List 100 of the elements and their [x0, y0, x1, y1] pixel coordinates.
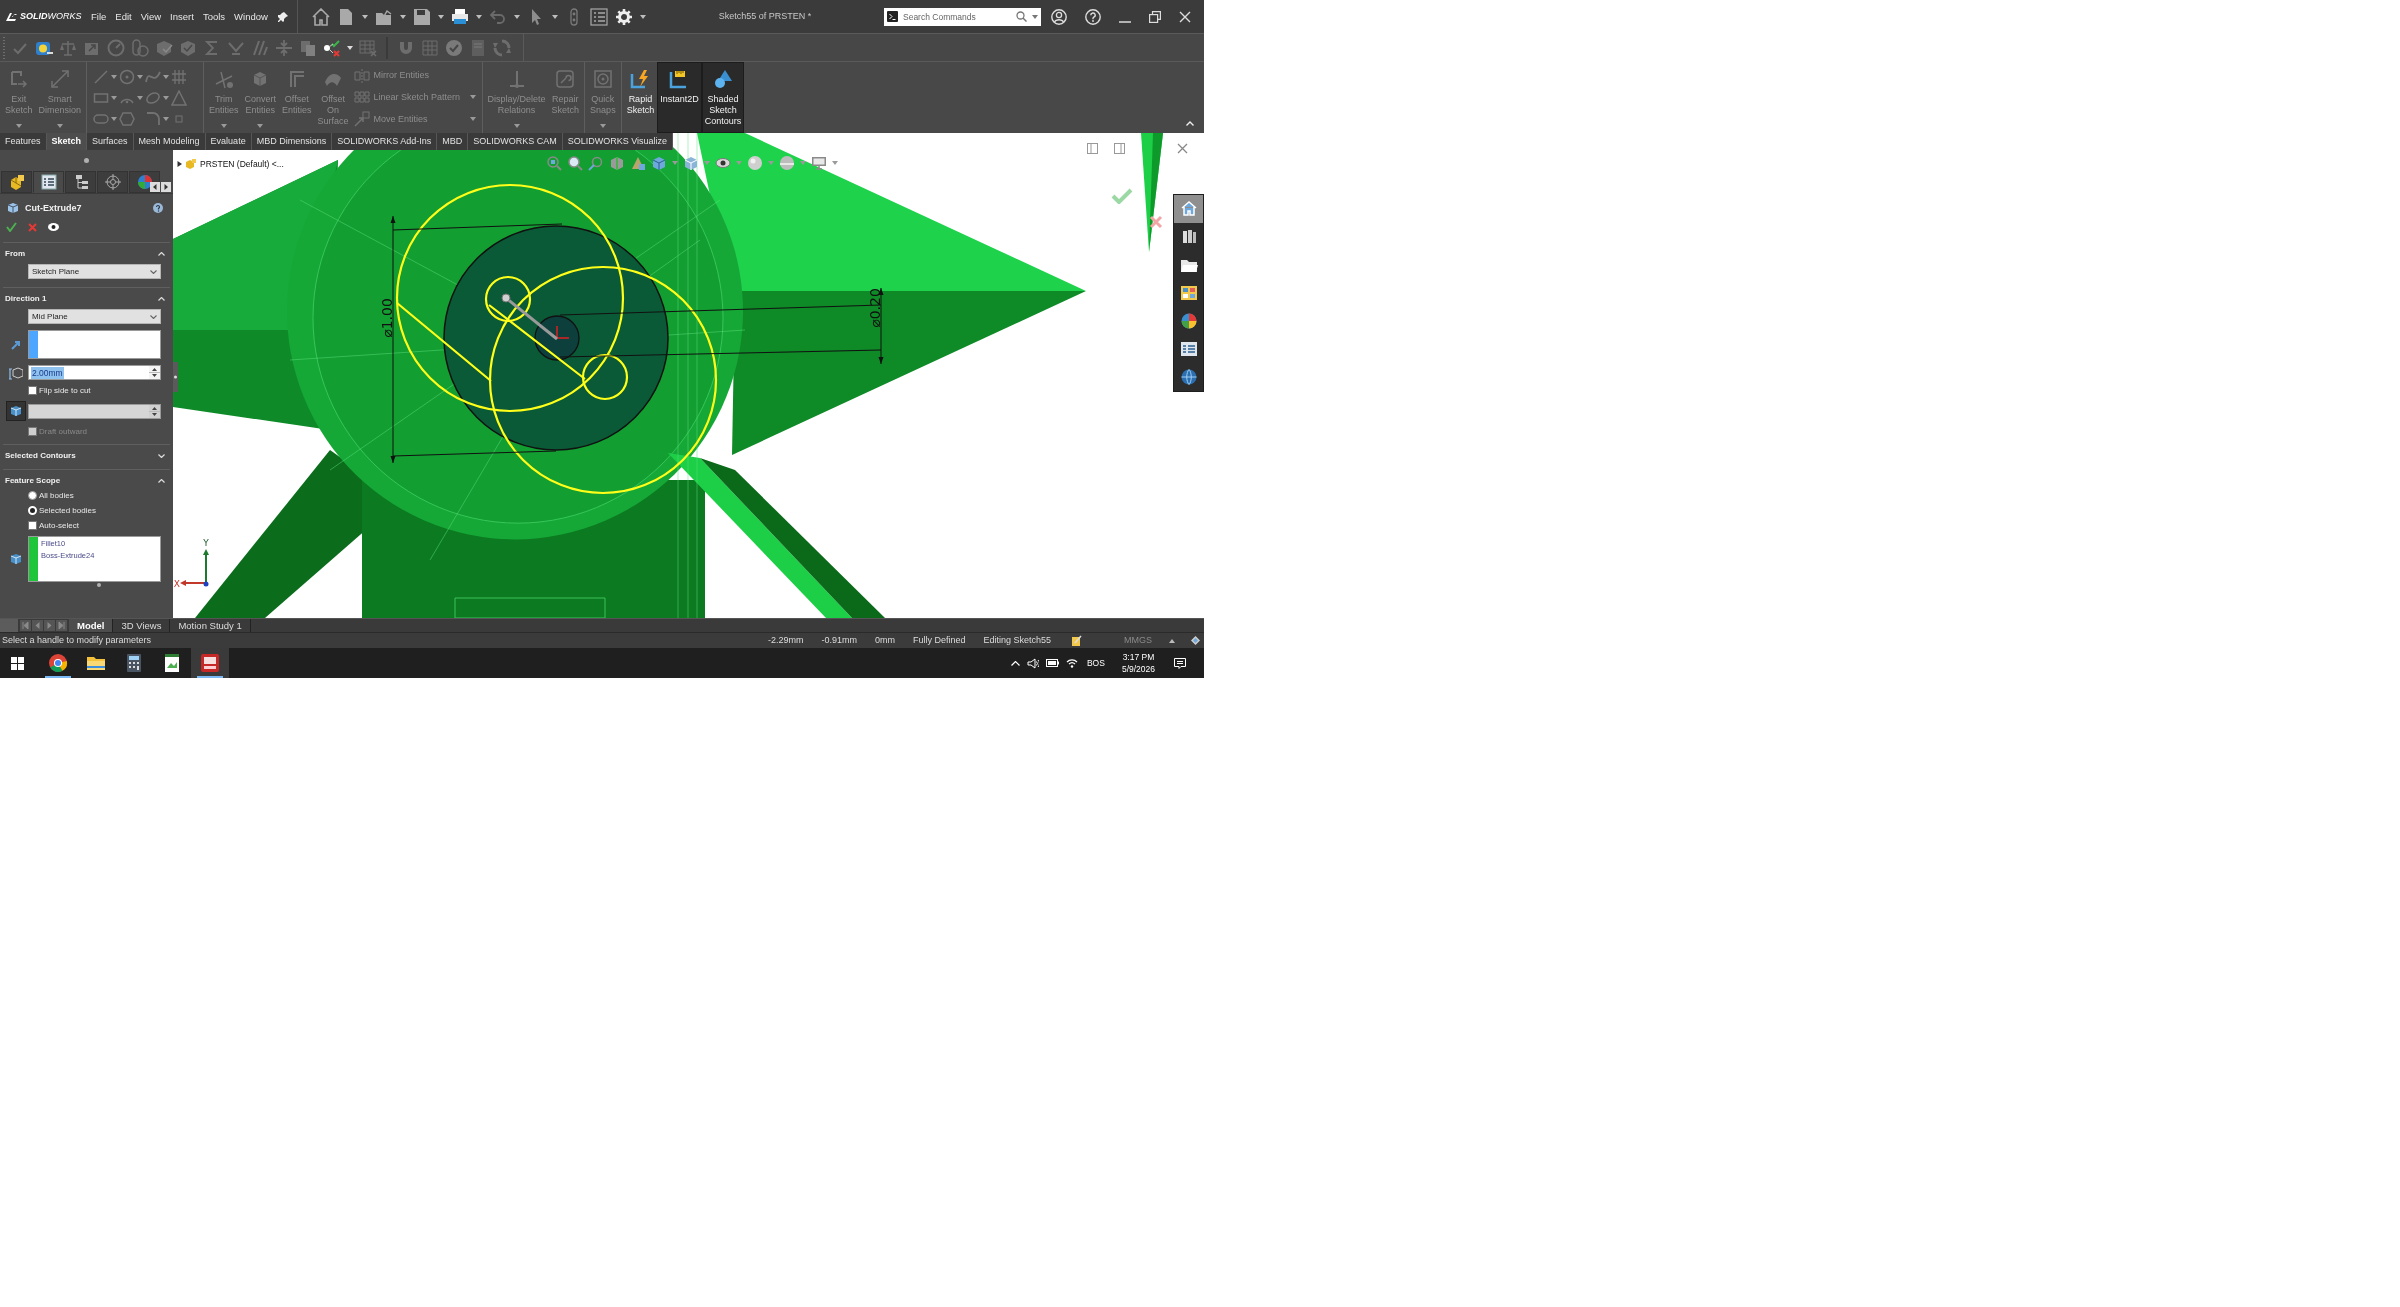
number-field[interactable]: 2.00mm [28, 365, 161, 380]
ribbon-button[interactable]: Rapid Sketch [623, 62, 658, 133]
check-icon[interactable] [1111, 188, 1133, 204]
pin-icon[interactable] [277, 11, 288, 22]
open-folder-icon[interactable] [374, 7, 393, 26]
monitor-icon[interactable] [811, 155, 827, 171]
draft-button[interactable] [5, 401, 26, 421]
balance-scale-icon[interactable] [59, 38, 77, 57]
cube-check-icon[interactable] [179, 38, 197, 57]
help-icon[interactable] [1085, 8, 1101, 25]
tab[interactable]: Sketch [46, 133, 88, 150]
tab[interactable]: MBD Dimensions [251, 133, 333, 150]
arrow-left-icon[interactable] [150, 182, 160, 192]
checkbox[interactable] [28, 386, 37, 395]
user-icon[interactable] [1051, 8, 1067, 25]
rotate-arrows-icon[interactable] [493, 38, 511, 57]
cube-icon[interactable] [683, 155, 699, 171]
wifi-icon[interactable] [1065, 658, 1078, 668]
caret-icon[interactable] [437, 14, 444, 19]
search-icon[interactable] [1016, 11, 1027, 22]
splitter-handle[interactable] [173, 362, 178, 392]
tile-left-icon[interactable] [1087, 143, 1098, 154]
panel-tab[interactable] [33, 171, 64, 193]
restore-icon[interactable] [1149, 10, 1161, 23]
menu-item[interactable]: Window [234, 11, 268, 22]
caret-icon[interactable] [361, 14, 368, 19]
taskbar-button[interactable] [191, 648, 229, 678]
selection-box[interactable] [28, 330, 161, 359]
panel-tab[interactable] [97, 171, 128, 193]
tab[interactable]: SOLIDWORKS CAM [468, 133, 563, 150]
caret-right-icon[interactable] [177, 161, 182, 167]
section-header[interactable]: Selected Contours [3, 445, 170, 466]
caret-icon[interactable] [399, 14, 406, 19]
clock-time[interactable]: 3:17 PM [1122, 653, 1155, 662]
tree-item[interactable]: PRSTEN (Default) <... [200, 159, 284, 169]
grip-handle[interactable] [84, 157, 89, 163]
sphere-icon[interactable] [747, 155, 763, 171]
caret-icon[interactable] [475, 14, 482, 19]
capsule-circle-icon[interactable] [131, 38, 149, 57]
table-icon[interactable] [359, 38, 377, 57]
tab[interactable]: Mesh Modeling [133, 133, 206, 150]
settings-icon[interactable] [614, 7, 633, 26]
tab[interactable]: SOLIDWORKS Visualize [562, 133, 674, 150]
clock-date[interactable]: 5/9/2026 [1121, 664, 1155, 673]
skip-left-icon[interactable] [20, 620, 31, 631]
caret-up-icon[interactable] [1169, 638, 1175, 643]
radio-button[interactable] [28, 491, 37, 500]
check-circle-icon[interactable] [445, 38, 463, 57]
home-icon[interactable] [311, 7, 330, 26]
battery-icon[interactable] [1045, 659, 1059, 667]
cube-check-icon[interactable] [155, 38, 173, 57]
caret-icon[interactable] [513, 14, 520, 19]
caret-icon[interactable] [111, 74, 118, 79]
caret-icon[interactable] [163, 116, 170, 121]
caret-icon[interactable] [163, 95, 170, 100]
caret-icon[interactable] [347, 45, 353, 50]
check-icon[interactable] [6, 222, 17, 232]
chevron-up-icon[interactable] [1186, 121, 1194, 126]
menu-item[interactable]: Edit [115, 11, 132, 22]
menu-item[interactable]: Insert [170, 11, 194, 22]
close-icon[interactable] [1177, 143, 1188, 154]
caret-icon[interactable] [163, 74, 170, 79]
checkbox[interactable] [28, 521, 37, 530]
speaker-icon[interactable] [1026, 657, 1039, 669]
caret-icon[interactable] [1032, 14, 1038, 19]
search-box[interactable]: Search Commands [884, 7, 1041, 26]
gauge-icon[interactable] [107, 38, 125, 57]
dropdown[interactable]: Mid Plane [28, 309, 161, 324]
panel-tab[interactable] [65, 171, 96, 193]
undo-icon[interactable] [488, 7, 507, 26]
tile-right-icon[interactable] [1114, 143, 1125, 154]
save-icon[interactable] [412, 7, 431, 26]
list-icon[interactable] [589, 7, 608, 26]
help-icon[interactable] [153, 203, 163, 213]
ribbon-button[interactable]: Shaded Sketch Contours [701, 62, 745, 133]
tab[interactable]: Features [0, 133, 47, 150]
ribbon-button[interactable]: Instant2D [657, 62, 702, 133]
caret-icon[interactable] [137, 95, 144, 100]
check-cross-icon[interactable] [323, 38, 341, 57]
drag-handle[interactable] [501, 293, 558, 341]
close-icon[interactable] [1149, 215, 1163, 229]
diamond-icon[interactable] [1191, 636, 1200, 645]
print-icon[interactable] [450, 7, 469, 26]
section-header[interactable]: Direction 1 [3, 288, 170, 309]
tab[interactable]: SOLIDWORKS Add-Ins [332, 133, 438, 150]
note-pencil-icon[interactable] [1071, 635, 1082, 646]
tab[interactable]: Surfaces [87, 133, 134, 150]
document-icon[interactable] [469, 38, 487, 57]
tab[interactable]: Model [69, 619, 114, 632]
compress-icon[interactable] [275, 38, 293, 57]
spinner-icon[interactable] [149, 366, 160, 379]
eye-icon[interactable] [48, 223, 59, 231]
slanted-lines-icon[interactable] [251, 38, 269, 57]
eye-icon[interactable] [715, 155, 731, 171]
caret-icon[interactable] [639, 14, 646, 19]
search-field[interactable]: Search Commands [903, 9, 1011, 24]
caret-icon[interactable] [551, 14, 558, 19]
tab[interactable]: Evaluate [205, 133, 252, 150]
menu-item[interactable]: Tools [202, 11, 226, 22]
cube-icon[interactable] [651, 155, 667, 171]
